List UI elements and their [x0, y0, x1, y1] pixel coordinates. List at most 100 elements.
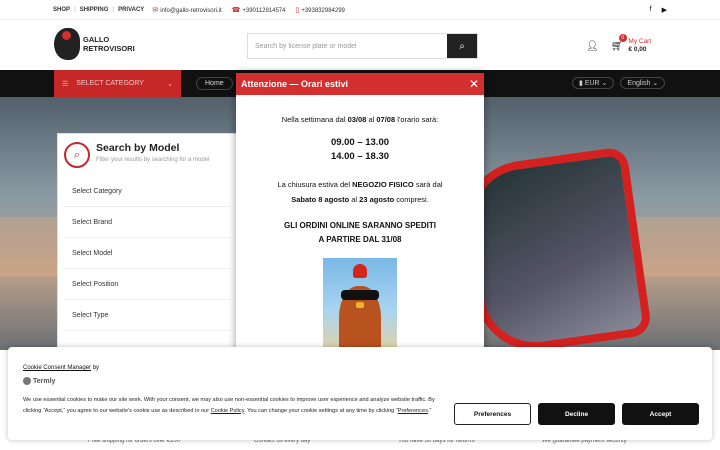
select-model[interactable]: Select Model	[64, 238, 230, 269]
select-category-label: SELECT CATEGORY	[76, 80, 144, 87]
select-category[interactable]: Select Category	[64, 176, 230, 207]
mail-icon: ✉	[152, 6, 159, 14]
currency-select[interactable]: ▮ EUR ⌄	[572, 77, 615, 89]
account-icon[interactable]: 👤︎	[586, 41, 599, 52]
email-text: info@gallo-retrovisori.it	[160, 7, 222, 14]
opening-hours: 09.00 – 13.00 14.00 – 18.30	[236, 136, 484, 164]
cart-icon: 🛒︎	[610, 40, 624, 52]
cookie-title-suffix: by	[91, 365, 100, 371]
search-by-model-panel: ⌕ Search by Model Filter your results by…	[57, 133, 237, 353]
search-model-subtitle: Filter your results by searching for a m…	[96, 157, 210, 163]
orders-notice: GLI ORDINI ONLINE SARANNO SPEDITI A PART…	[236, 219, 484, 247]
language-select[interactable]: English ⌄	[620, 77, 666, 89]
mobile-icon: ▯	[295, 6, 300, 14]
rooster-beak	[356, 302, 364, 308]
select-position[interactable]: Select Position	[64, 269, 230, 300]
termly-icon	[23, 377, 31, 385]
cart-total: € 0,00	[628, 46, 647, 53]
select-brand[interactable]: Select Brand	[64, 207, 230, 238]
closing-mid: al	[349, 195, 360, 204]
phone-text-2: +393832984299	[301, 7, 345, 14]
hours-afternoon: 14.00 – 18.30	[330, 151, 390, 162]
closing-prefix: La chiusura estiva del	[277, 180, 353, 189]
divider: |	[112, 6, 115, 13]
phone-link-1[interactable]: ☎ +390112914574	[232, 6, 286, 14]
cart-title: My Cart	[628, 38, 652, 45]
top-nav: SHOP | SHIPPING | PRIVACY	[53, 7, 144, 13]
cart-count-badge: 0	[618, 34, 627, 42]
cart-label: My Cart € 0,00	[628, 38, 651, 54]
preferences-link[interactable]: Preferences	[398, 408, 428, 414]
preferences-button[interactable]: Preferences	[454, 403, 531, 425]
language-label: English	[627, 80, 651, 87]
week-prefix: Nella settimana dal	[281, 115, 348, 124]
closing-store: NEGOZIO FISICO	[352, 180, 414, 189]
cookie-title: Cookie Consent Manager by	[23, 365, 99, 371]
cookie-buttons: Preferences Decline Accept	[454, 403, 699, 425]
search-button[interactable]: ⌕	[447, 34, 477, 58]
cookie-consent-banner: Cookie Consent Manager by Termly We use …	[8, 347, 712, 440]
search-icon: ⌕	[459, 40, 465, 52]
magnifier-icon: ⌕	[64, 142, 90, 168]
cookie-text-2: . You can change your cookie settings at…	[244, 407, 398, 414]
close-icon[interactable]: ✕	[469, 77, 479, 91]
phone-icon: ☎	[231, 6, 241, 14]
logo-line-1: GALLO	[83, 35, 110, 44]
closing-to: 23 agosto	[359, 195, 395, 204]
decline-button[interactable]: Decline	[538, 403, 615, 425]
accept-button[interactable]: Accept	[622, 403, 699, 425]
menu-icon: ☰	[62, 80, 69, 88]
facebook-icon[interactable]: f	[650, 6, 652, 14]
closing-from: Sabato 8 agosto	[291, 195, 350, 204]
hours-morning: 09.00 – 13.00	[330, 137, 390, 148]
search-input[interactable]: Search by license plate or model	[248, 34, 447, 58]
cookie-text: We use essential cookies to make our sit…	[23, 395, 443, 416]
flag-icon: ▮	[579, 80, 583, 87]
modal-body: Nella settimana dal 03/08 al 07/08 l'ora…	[236, 115, 484, 354]
currency-label: EUR	[584, 80, 600, 87]
week-suffix: l'orario sarà:	[395, 115, 439, 124]
modal-header: Attenzione — Orari estivi ✕	[236, 73, 484, 95]
select-category-dropdown[interactable]: ☰ SELECT CATEGORY ⌄	[54, 70, 181, 97]
top-nav-shop[interactable]: SHOP	[53, 7, 70, 13]
orders-line-1: GLI ORDINI ONLINE SARANNO SPEDITI	[283, 221, 436, 230]
social-links: f ▶	[650, 6, 667, 14]
closing-end: compresi.	[394, 195, 429, 204]
week-mid: al	[366, 115, 377, 124]
summer-hours-modal: Attenzione — Orari estivi ✕ Nella settim…	[236, 73, 484, 363]
cookie-text-3: .”	[427, 407, 432, 414]
select-type[interactable]: Select Type	[64, 300, 230, 331]
search-model-title: Search by Model	[96, 142, 180, 154]
email-link[interactable]: ✉ info@gallo-retrovisori.it	[152, 6, 221, 14]
top-nav-shipping[interactable]: SHIPPING	[80, 7, 109, 13]
week-date-from: 03/08	[347, 115, 367, 124]
search-bar: Search by license plate or model ⌕	[247, 33, 478, 59]
closing-notice: La chiusura estiva del NEGOZIO FISICO sa…	[236, 177, 484, 207]
phone-link-2[interactable]: ▯ +393832984299	[295, 6, 344, 14]
week-date-to: 07/08	[376, 115, 396, 124]
logo[interactable]: GALLO RETROVISORI	[54, 28, 135, 60]
cookie-consent-manager-link[interactable]: Cookie Consent Manager	[23, 365, 91, 371]
logo-text: GALLO RETROVISORI	[83, 35, 135, 53]
car-mirror-image	[457, 146, 653, 350]
rooster-logo-icon	[54, 28, 80, 60]
rooster-sunglasses-image	[323, 258, 397, 354]
nav-home[interactable]: Home	[196, 77, 233, 90]
rooster-comb	[353, 264, 367, 278]
header: GALLO RETROVISORI Search by license plat…	[0, 20, 720, 70]
orders-line-2: A PARTIRE DAL 31/08	[318, 235, 402, 244]
termly-brand: Termly	[33, 377, 56, 385]
termly-logo: Termly	[23, 377, 55, 385]
phone-text-1: +390112914574	[242, 7, 286, 14]
logo-line-2: RETROVISORI	[83, 44, 135, 53]
sunglasses	[341, 290, 379, 300]
cart-button[interactable]: 🛒︎ 0 My Cart € 0,00	[610, 34, 651, 54]
youtube-icon[interactable]: ▶	[662, 6, 667, 14]
cookie-policy-link[interactable]: Cookie Policy	[211, 408, 244, 414]
chevron-down-icon: ⌄	[167, 80, 173, 88]
top-nav-privacy[interactable]: PRIVACY	[118, 7, 144, 13]
week-notice: Nella settimana dal 03/08 al 07/08 l'ora…	[236, 115, 484, 124]
locale-switcher: ▮ EUR ⌄ English ⌄	[572, 76, 666, 90]
top-bar: SHOP | SHIPPING | PRIVACY ✉ info@gallo-re…	[0, 0, 720, 20]
modal-title: Attenzione — Orari estivi	[241, 79, 349, 89]
